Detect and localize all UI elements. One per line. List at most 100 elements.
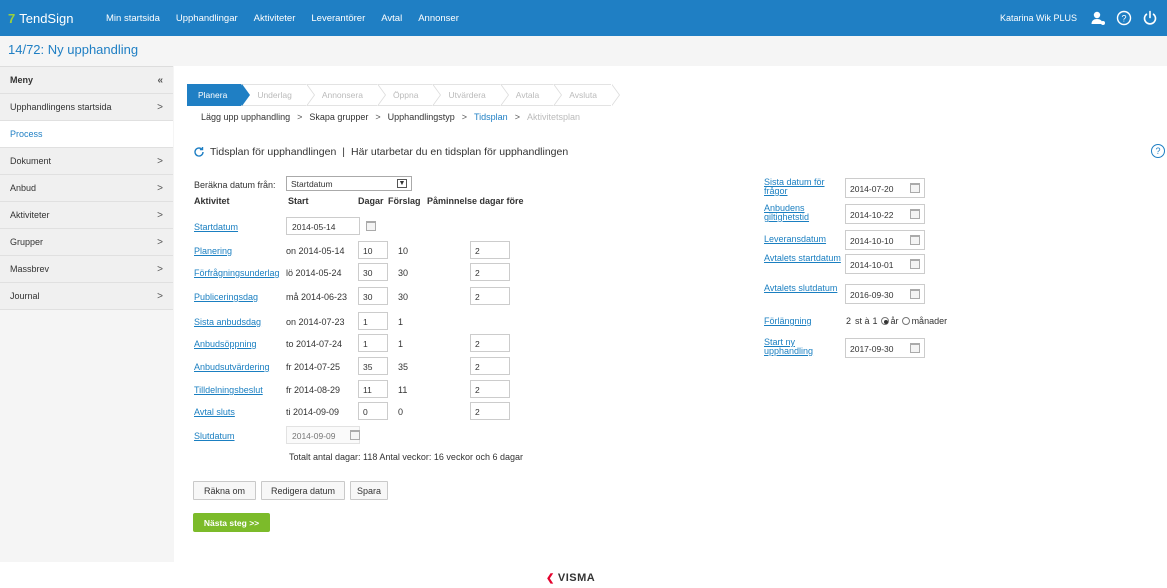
col-dagar: Dagar — [358, 196, 384, 206]
sista-fragor-link[interactable]: Sista datum för frågor — [764, 178, 842, 196]
calendar-icon[interactable] — [910, 289, 920, 299]
sidebar-item-massbrev[interactable]: Massbrev > — [0, 256, 173, 283]
activity-link[interactable]: Startdatum — [194, 222, 238, 232]
forlangning-count[interactable]: 2 — [846, 316, 851, 326]
calendar-icon[interactable] — [910, 183, 920, 193]
forlangning-link[interactable]: Förlängning — [764, 317, 842, 326]
paminnelse-input[interactable]: 2 — [470, 241, 510, 259]
paminnelse-input[interactable]: 2 — [470, 357, 510, 375]
activity-link[interactable]: Slutdatum — [194, 431, 235, 441]
crumb-upphandlingstyp[interactable]: Upphandlingstyp — [388, 112, 455, 122]
sidebar-item-dokument[interactable]: Dokument > — [0, 148, 173, 175]
sidebar-item-anbud[interactable]: Anbud > — [0, 175, 173, 202]
paminnelse-input[interactable]: 2 — [470, 287, 510, 305]
forslag-value: 30 — [398, 292, 409, 302]
table-row-startdatum: Startdatum 2014-05-14 — [174, 217, 774, 237]
start-ny-link[interactable]: Start ny upphandling — [764, 338, 842, 356]
avtal-slut-link[interactable]: Avtalets slutdatum — [764, 284, 842, 293]
brand-logo[interactable]: 7 TendSign — [0, 11, 104, 26]
crumb-aktivitetsplan[interactable]: Aktivitetsplan — [527, 112, 580, 122]
activity-link[interactable]: Anbudsöppning — [194, 339, 257, 349]
user-icon[interactable] — [1087, 7, 1109, 29]
paminnelse-input[interactable]: 2 — [470, 402, 510, 420]
calendar-icon[interactable] — [910, 259, 920, 269]
nav-min-startsida[interactable]: Min startsida — [104, 0, 168, 36]
page-help-icon[interactable]: ? — [1151, 144, 1165, 158]
activity-link[interactable]: Tilldelningsbeslut — [194, 385, 263, 395]
sidebar-item-label: Anbud — [10, 183, 37, 193]
nav-avtal[interactable]: Avtal — [373, 0, 410, 36]
calendar-icon[interactable] — [910, 235, 920, 245]
rakna-om-button[interactable]: Räkna om — [193, 481, 256, 500]
giltighetstid-link[interactable]: Anbudens giltighetstid — [764, 204, 842, 222]
chevron-right-icon: > — [157, 155, 163, 167]
help-icon[interactable]: ? — [1113, 7, 1135, 29]
table-row: Anbudsutvärdering fr 2014-07-25 35 35 2 — [174, 357, 774, 377]
step-utvardera[interactable]: Utvärdera — [432, 84, 510, 106]
table-row: Avtal sluts ti 2014-09-09 0 0 2 — [174, 402, 774, 422]
paminnelse-input[interactable]: 2 — [470, 263, 510, 281]
calc-from-select[interactable]: Startdatum ▼ — [286, 176, 412, 191]
sidebar-item-process[interactable]: Process — [0, 121, 173, 148]
paminnelse-input[interactable]: 2 — [470, 380, 510, 398]
user-name[interactable]: Katarina Wik PLUS — [1000, 13, 1077, 23]
collapse-icon[interactable]: « — [157, 75, 163, 86]
chevron-right-icon: > — [157, 101, 163, 113]
crumb-tidsplan[interactable]: Tidsplan — [474, 112, 508, 122]
dagar-input[interactable]: 11 — [358, 380, 388, 398]
dagar-input[interactable]: 0 — [358, 402, 388, 420]
calc-from-value: Startdatum — [291, 178, 333, 189]
nav-leverantorer[interactable]: Leverantörer — [303, 0, 373, 36]
step-underlag[interactable]: Underlag — [241, 84, 315, 106]
sidebar-item-label: Grupper — [10, 237, 44, 247]
startdatum-input[interactable]: 2014-05-14 — [286, 217, 360, 235]
activity-link[interactable]: Anbudsutvärdering — [194, 362, 270, 372]
calendar-icon[interactable] — [910, 343, 920, 353]
dagar-input[interactable]: 35 — [358, 357, 388, 375]
activity-link[interactable]: Planering — [194, 246, 232, 256]
sidebar-item-aktiviteter[interactable]: Aktiviteter > — [0, 202, 173, 229]
dagar-input[interactable]: 1 — [358, 312, 388, 330]
paminnelse-input[interactable]: 2 — [470, 334, 510, 352]
forlangning-controls: 2 st à 1 år månader — [846, 316, 947, 326]
next-step-button[interactable]: Nästa steg >> — [193, 513, 270, 532]
nav-upphandlingar[interactable]: Upphandlingar — [168, 0, 246, 36]
radio-manader[interactable] — [901, 317, 910, 325]
crumb-skapa-grupper[interactable]: Skapa grupper — [309, 112, 368, 122]
sidebar-item-grupper[interactable]: Grupper > — [0, 229, 173, 256]
dagar-input[interactable]: 10 — [358, 241, 388, 259]
dagar-input[interactable]: 30 — [358, 263, 388, 281]
forslag-value: 35 — [398, 362, 409, 372]
slutdatum-input: 2014-09-09 — [286, 426, 360, 444]
nav-aktiviteter[interactable]: Aktiviteter — [246, 0, 304, 36]
start-date: to 2014-07-24 — [286, 339, 343, 349]
calendar-icon[interactable] — [910, 209, 920, 219]
activity-link[interactable]: Avtal sluts — [194, 407, 235, 417]
leveransdatum-link[interactable]: Leveransdatum — [764, 235, 842, 244]
calendar-icon[interactable] — [366, 221, 376, 231]
avtal-start-link[interactable]: Avtalets startdatum — [764, 254, 842, 263]
section-subtitle: Här utarbetar du en tidsplan för upphand… — [351, 146, 569, 158]
sidebar-item-startsida[interactable]: Upphandlingens startsida > — [0, 94, 173, 121]
step-planera[interactable]: Planera — [187, 84, 251, 106]
crumb-lagg-upp[interactable]: Lägg upp upphandling — [201, 112, 290, 122]
radio-ar[interactable] — [880, 317, 889, 325]
col-paminnelse: Påminnelse dagar före — [427, 196, 524, 206]
spara-button[interactable]: Spara — [350, 481, 388, 500]
sidebar-item-journal[interactable]: Journal > — [0, 283, 173, 310]
calendar-icon[interactable] — [350, 430, 360, 440]
activity-link[interactable]: Förfrågningsunderlag — [194, 268, 280, 278]
activity-link[interactable]: Sista anbudsdag — [194, 317, 261, 327]
section-title-separator: | — [342, 146, 346, 158]
dagar-input[interactable]: 1 — [358, 334, 388, 352]
table-row: Förfrågningsunderlag lö 2014-05-24 30 30… — [174, 263, 774, 283]
dagar-input[interactable]: 30 — [358, 287, 388, 305]
refresh-icon — [194, 147, 204, 157]
nav-annonser[interactable]: Annonser — [410, 0, 467, 36]
top-nav: Min startsida Upphandlingar Aktiviteter … — [104, 0, 467, 36]
step-annonsera[interactable]: Annonsera — [305, 84, 387, 106]
forlangning-length[interactable]: 1 — [873, 316, 878, 326]
power-icon[interactable] — [1139, 7, 1161, 29]
redigera-datum-button[interactable]: Redigera datum — [261, 481, 345, 500]
activity-link[interactable]: Publiceringsdag — [194, 292, 258, 302]
